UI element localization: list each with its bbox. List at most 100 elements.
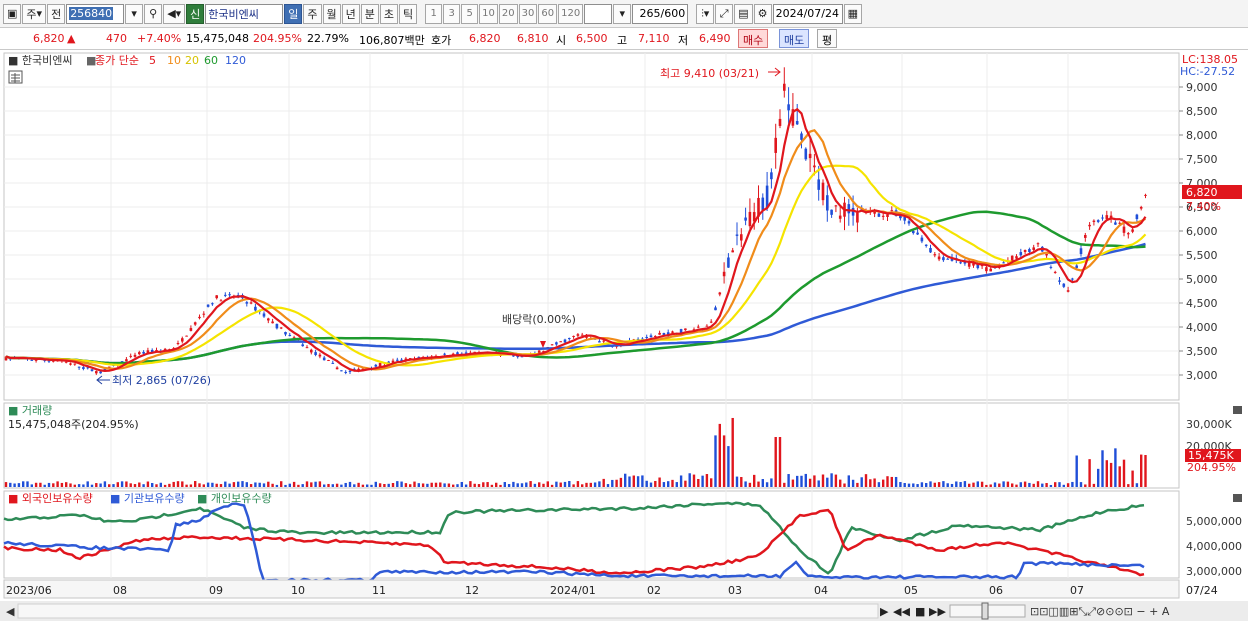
period-day[interactable]: 일 bbox=[284, 3, 303, 24]
market-select[interactable]: 주 ▾ bbox=[22, 3, 47, 24]
gear-icon[interactable]: ⚙ bbox=[753, 3, 772, 24]
prev-button[interactable]: 전 bbox=[47, 3, 66, 24]
candle-body bbox=[572, 335, 575, 337]
vol-tick-30000k: 30,000K bbox=[1186, 418, 1232, 431]
search-icon[interactable]: ⚲ bbox=[144, 3, 163, 24]
stop-icon[interactable]: ■ bbox=[915, 605, 925, 618]
interval-input[interactable] bbox=[584, 3, 613, 24]
tool-icons[interactable]: ⊡⊡◫▥⊞⤡⤢⊘⊙⊙⊡ − + A bbox=[1030, 605, 1170, 618]
scroll-track[interactable] bbox=[17, 603, 879, 619]
candle-body bbox=[830, 209, 833, 215]
holdings-panel-close-icon[interactable] bbox=[1233, 494, 1242, 502]
period-second[interactable]: 초 bbox=[379, 3, 399, 24]
scroll-left-icon[interactable]: ◀ bbox=[6, 605, 15, 618]
candle-body bbox=[946, 258, 949, 260]
buy-button[interactable]: 매수 bbox=[738, 29, 769, 48]
candle-body bbox=[576, 334, 580, 336]
avg-button[interactable]: 평 bbox=[817, 29, 838, 48]
volume-bar bbox=[710, 478, 713, 487]
volume-bar bbox=[993, 482, 997, 487]
volume-bar bbox=[495, 482, 498, 487]
volume-bar bbox=[1092, 483, 1096, 487]
draw-tool-icon[interactable]: ⤢ bbox=[715, 3, 734, 24]
candle-body bbox=[886, 214, 889, 217]
period-month[interactable]: 월 bbox=[322, 3, 341, 24]
period-tick[interactable]: 틱 bbox=[399, 3, 418, 24]
ask-label: 호가 bbox=[431, 34, 452, 47]
volume-bar bbox=[916, 484, 919, 487]
volume-bar bbox=[1084, 484, 1087, 487]
scroll-right-icon[interactable]: ▶ bbox=[880, 605, 889, 618]
fast-forward-icon[interactable]: ▶▶ bbox=[929, 605, 946, 618]
candle-body bbox=[920, 237, 924, 242]
hc-value: HC:-27.52 bbox=[1180, 65, 1235, 78]
volume-bar bbox=[1045, 483, 1048, 487]
candle-body bbox=[817, 179, 820, 190]
candle-body bbox=[1105, 215, 1109, 220]
volume-panel-close-icon[interactable] bbox=[1233, 406, 1242, 414]
candle-body bbox=[95, 371, 98, 374]
interval-20[interactable]: 20 bbox=[498, 3, 518, 24]
date-input[interactable]: 2024/07/24 bbox=[772, 3, 843, 24]
interval-30[interactable]: 30 bbox=[518, 3, 538, 24]
volume-bar bbox=[611, 479, 614, 487]
volume-bar bbox=[675, 482, 678, 487]
period-year[interactable]: 년 bbox=[341, 3, 360, 24]
candle-body bbox=[774, 137, 777, 153]
candle-body bbox=[288, 335, 292, 337]
price-tick-label: 9,000 bbox=[1186, 81, 1218, 94]
volume-bar bbox=[434, 482, 438, 487]
volume-bar bbox=[353, 484, 356, 487]
chart-area[interactable]: 9,0008,5008,0007,5007,0006,5006,0005,500… bbox=[0, 50, 1248, 621]
calendar-icon[interactable]: ▦ bbox=[843, 3, 863, 24]
save-icon[interactable]: ▤ bbox=[734, 3, 753, 24]
code-input[interactable]: 256840 bbox=[66, 3, 125, 24]
period-week[interactable]: 주 bbox=[303, 3, 322, 24]
candle-body bbox=[821, 182, 825, 201]
high-label: 고 bbox=[617, 34, 628, 47]
volume-bar bbox=[847, 475, 850, 487]
candle-type-icon[interactable]: ⫶▾ bbox=[696, 3, 715, 24]
volume-bar bbox=[120, 481, 124, 487]
candle-body bbox=[787, 104, 790, 111]
volume-bar bbox=[232, 482, 236, 487]
rewind-icon[interactable]: ◀◀ bbox=[893, 605, 910, 618]
candle-body bbox=[881, 215, 885, 217]
code-dropdown-icon[interactable]: ▾ bbox=[125, 3, 144, 24]
volume-bar bbox=[69, 483, 72, 487]
layout-icon[interactable]: ▣ bbox=[3, 3, 22, 24]
volume-bar bbox=[576, 481, 580, 487]
candle-body bbox=[778, 118, 782, 126]
candle-body bbox=[1010, 255, 1014, 262]
hold-tick-4m: 4,000,000 bbox=[1186, 540, 1242, 553]
interval-3[interactable]: 3 bbox=[443, 3, 461, 24]
period-minute[interactable]: 분 bbox=[360, 3, 379, 24]
interval-dropdown-icon[interactable]: ▾ bbox=[613, 3, 632, 24]
volume-bar bbox=[241, 481, 244, 487]
volume-bar bbox=[744, 481, 747, 487]
candle-body bbox=[722, 271, 726, 277]
candle-body bbox=[929, 248, 932, 253]
x-axis-label: 04 bbox=[814, 584, 828, 597]
sell-button[interactable]: 매도 bbox=[779, 29, 810, 48]
volume-bar bbox=[804, 473, 807, 487]
candle-body bbox=[649, 335, 653, 338]
zoom-slider-handle[interactable] bbox=[981, 602, 989, 620]
volume-bar bbox=[1006, 481, 1010, 487]
interval-10[interactable]: 10 bbox=[479, 3, 498, 24]
count-input[interactable]: 265/600 bbox=[632, 3, 689, 24]
candle-body bbox=[340, 370, 343, 372]
candle-body bbox=[847, 204, 851, 214]
volume-bar bbox=[761, 479, 764, 487]
interval-1[interactable]: 1 bbox=[425, 3, 443, 24]
interval-120[interactable]: 120 bbox=[558, 3, 584, 24]
volume-bar bbox=[791, 479, 795, 487]
volume-bar bbox=[43, 484, 46, 487]
sound-icon[interactable]: ◀▾ bbox=[163, 3, 186, 24]
interval-60[interactable]: 60 bbox=[538, 3, 558, 24]
ma60-legend: 60 bbox=[204, 54, 218, 67]
candle-body bbox=[602, 340, 605, 342]
quote-bar: 6,820 ▲ 470 +7.40% 15,475,048 204.95% 22… bbox=[0, 28, 1248, 50]
interval-5[interactable]: 5 bbox=[461, 3, 479, 24]
volume-bar bbox=[176, 481, 180, 487]
